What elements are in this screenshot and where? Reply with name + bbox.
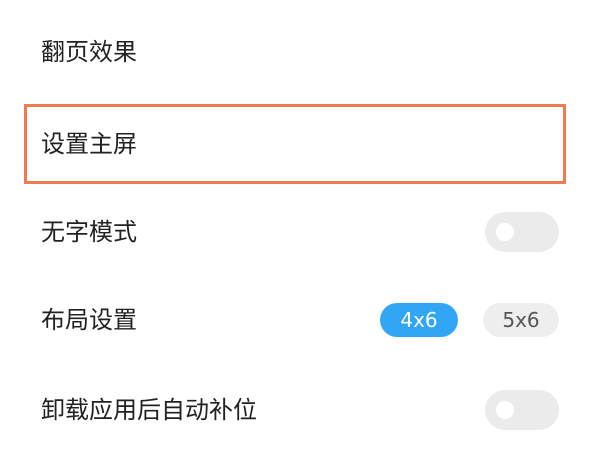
page-flip-effect-label: 翻页效果	[41, 38, 137, 66]
toggle-knob	[496, 401, 514, 419]
toggle-knob	[496, 223, 514, 241]
auto-fill-label: 卸载应用后自动补位	[41, 396, 257, 424]
set-home-screen-label: 设置主屏	[41, 130, 137, 158]
layout-option-5x6[interactable]: 5x6	[483, 303, 559, 337]
no-text-mode-row: 无字模式	[0, 188, 600, 276]
no-text-mode-toggle[interactable]	[485, 212, 559, 252]
no-text-mode-label: 无字模式	[41, 218, 137, 246]
set-home-screen-row[interactable]: 设置主屏	[0, 100, 600, 188]
layout-settings-row: 布局设置 4x6 5x6	[0, 276, 600, 364]
auto-fill-toggle[interactable]	[485, 390, 559, 430]
layout-settings-label: 布局设置	[41, 306, 137, 334]
auto-fill-row: 卸载应用后自动补位	[0, 366, 600, 454]
settings-list: 翻页效果 设置主屏 无字模式 布局设置 4x6 5x6 卸载应用后自动补位	[0, 0, 600, 450]
page-flip-effect-row[interactable]: 翻页效果	[0, 8, 600, 96]
layout-option-4x6[interactable]: 4x6	[380, 303, 458, 337]
